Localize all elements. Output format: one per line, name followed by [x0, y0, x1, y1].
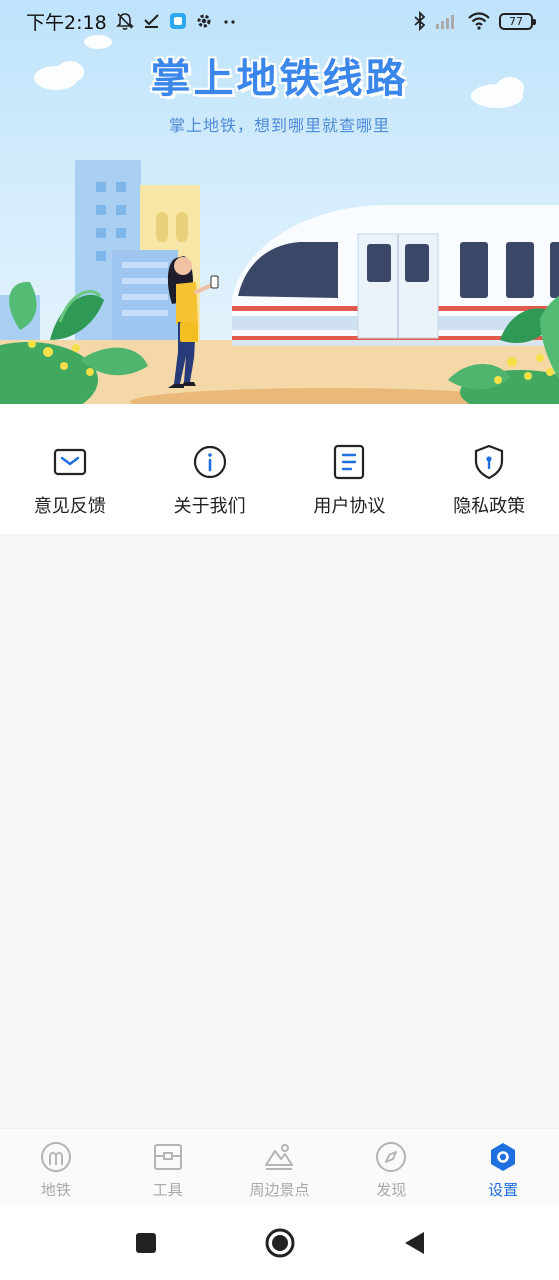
recent-apps-button[interactable]	[124, 1221, 168, 1265]
task-check-icon	[143, 12, 161, 30]
banner-subtitle: 掌上地铁，想到哪里就查哪里	[168, 116, 390, 135]
bottom-tab-bar: 地铁 工具 周边景点 发现 设置	[0, 1128, 559, 1205]
back-button[interactable]	[392, 1221, 436, 1265]
user-agreement-button[interactable]: 用户协议	[280, 404, 420, 534]
metro-icon	[40, 1141, 72, 1173]
tab-nearby-spots-label: 周边景点	[249, 1181, 310, 1199]
toolbox-icon	[152, 1141, 184, 1173]
quick-menu: 意见反馈 关于我们 用户协议 隐私政策	[0, 404, 559, 534]
tab-tools-label: 工具	[152, 1181, 183, 1199]
privacy-policy-button[interactable]: 隐私政策	[419, 404, 559, 534]
settings-hex-icon	[487, 1141, 519, 1173]
mail-icon	[52, 444, 88, 480]
signal-icon	[435, 12, 459, 30]
privacy-policy-label: 隐私政策	[453, 496, 526, 517]
tab-discover[interactable]: 发现	[335, 1129, 447, 1205]
wifi-icon	[467, 12, 491, 30]
about-us-label: 关于我们	[173, 496, 246, 517]
tab-tools[interactable]: 工具	[112, 1129, 224, 1205]
banner-title: 掌上地铁线路	[150, 56, 409, 102]
status-time: 下午2:18	[26, 11, 107, 34]
status-bar: 下午2:18 77	[0, 0, 559, 42]
tab-discover-label: 发现	[376, 1181, 407, 1199]
feedback-label: 意见反馈	[33, 496, 106, 517]
home-circle-icon	[265, 1228, 294, 1257]
tab-settings[interactable]: 设置	[447, 1129, 559, 1205]
battery-indicator: 77	[499, 12, 536, 30]
banner: 掌上地铁线路 掌上地铁，想到哪里就查哪里	[0, 0, 559, 404]
more-dots-icon	[221, 12, 239, 30]
tab-metro[interactable]: 地铁	[0, 1129, 112, 1205]
bluetooth-icon	[413, 11, 427, 31]
app-notification-icon	[169, 12, 187, 30]
mute-bell-icon	[115, 11, 135, 31]
shield-icon	[471, 444, 507, 480]
document-icon	[331, 444, 367, 480]
content-area	[0, 534, 559, 1128]
system-navigation-bar	[0, 1205, 559, 1280]
tab-metro-label: 地铁	[40, 1181, 71, 1199]
gear-icon	[195, 12, 213, 30]
info-icon	[192, 444, 228, 480]
compass-icon	[375, 1141, 407, 1173]
home-button[interactable]	[258, 1221, 302, 1265]
tab-nearby-spots[interactable]: 周边景点	[224, 1129, 336, 1205]
mountain-icon	[263, 1141, 295, 1173]
about-us-button[interactable]: 关于我们	[140, 404, 280, 534]
square-icon	[135, 1232, 156, 1253]
feedback-button[interactable]: 意见反馈	[0, 404, 140, 534]
user-agreement-label: 用户协议	[313, 496, 386, 517]
tab-settings-label: 设置	[488, 1181, 519, 1199]
back-triangle-icon	[404, 1231, 424, 1254]
